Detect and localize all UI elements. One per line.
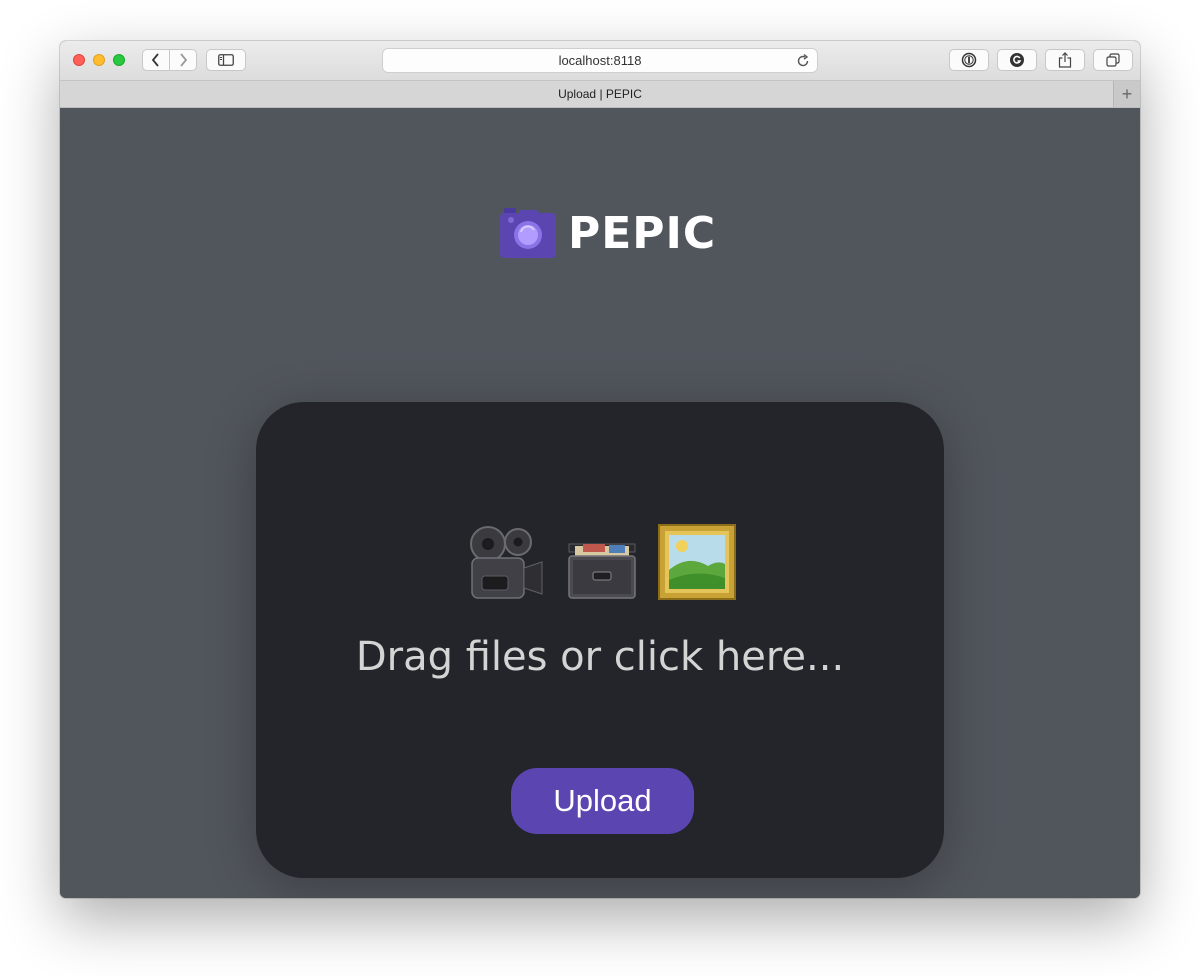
sidebar-button[interactable] — [206, 49, 246, 71]
back-button[interactable] — [143, 50, 169, 70]
active-tab-title[interactable]: Upload | PEPIC — [558, 87, 642, 101]
password-manager-icon — [961, 52, 977, 68]
app-logo: PEPIC — [500, 205, 716, 261]
share-icon — [1058, 52, 1072, 68]
card-file-box-icon — [568, 543, 636, 599]
tab-bar: Upload | PEPIC + — [60, 81, 1140, 108]
tab-overview-icon — [1106, 53, 1120, 67]
dropzone-prompt: Drag files or click here... — [355, 634, 845, 680]
navigation-buttons — [142, 49, 197, 71]
app-title: PEPIC — [568, 207, 717, 259]
grammar-extension-button[interactable] — [997, 49, 1037, 71]
file-dropzone[interactable]: Drag files or click here... Upload — [256, 402, 944, 878]
address-bar[interactable]: localhost:8118 — [382, 48, 818, 73]
share-button[interactable] — [1045, 49, 1085, 71]
zoom-window-button[interactable] — [113, 54, 125, 66]
reload-icon[interactable] — [795, 53, 811, 69]
minimize-window-button[interactable] — [93, 54, 105, 66]
sidebar-icon — [218, 54, 234, 66]
chevron-right-icon — [180, 53, 188, 67]
camera-icon — [500, 208, 556, 258]
browser-window: localhost:8118 Upload | PEPIC + PEPIC Dr… — [60, 41, 1140, 898]
new-tab-button[interactable]: + — [1113, 81, 1140, 107]
browser-toolbar: localhost:8118 — [60, 41, 1140, 81]
chevron-left-icon — [151, 53, 159, 67]
forward-button[interactable] — [169, 50, 196, 70]
grammar-extension-icon — [1010, 53, 1024, 67]
close-window-button[interactable] — [73, 54, 85, 66]
url-text: localhost:8118 — [558, 53, 642, 68]
movie-camera-icon — [470, 526, 543, 599]
password-manager-button[interactable] — [949, 49, 989, 71]
upload-button[interactable]: Upload — [511, 768, 694, 834]
framed-picture-icon — [658, 524, 736, 600]
page-content: PEPIC Drag files or click here... Upload — [60, 108, 1140, 898]
tab-overview-button[interactable] — [1093, 49, 1133, 71]
plus-icon: + — [1121, 83, 1133, 104]
dropzone-illustration — [466, 520, 736, 600]
